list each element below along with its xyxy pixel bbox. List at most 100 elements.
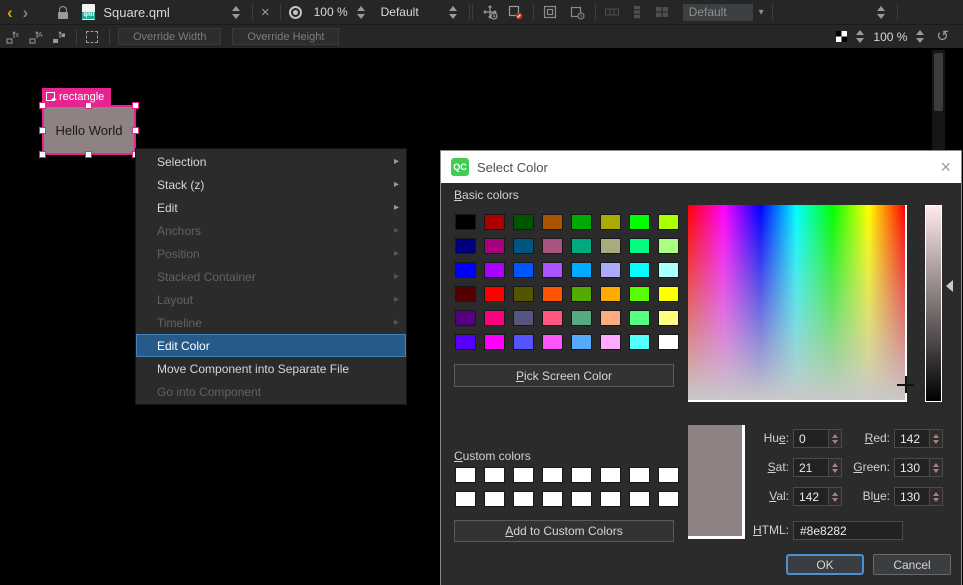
basic-color-swatch[interactable] [571, 334, 592, 350]
basic-color-swatch[interactable] [600, 310, 621, 326]
basic-color-swatch[interactable] [484, 286, 505, 302]
basic-color-swatch[interactable] [658, 262, 679, 278]
custom-color-swatch[interactable] [484, 491, 505, 507]
state-spinner-icon[interactable] [449, 6, 457, 19]
custom-color-swatch[interactable] [629, 491, 650, 507]
basic-color-swatch[interactable] [629, 238, 650, 254]
menu-item-move-component-into-separate-file[interactable]: Move Component into Separate File [136, 357, 406, 380]
resize-handle[interactable] [39, 127, 46, 134]
add-to-custom-colors-button[interactable]: Add to Custom Colors [454, 520, 674, 542]
resize-handle[interactable] [85, 151, 92, 158]
basic-color-swatch[interactable] [658, 310, 679, 326]
frame-disabled-badge-icon[interactable] [507, 4, 523, 20]
open-file-name[interactable]: Square.qml [103, 5, 169, 20]
basic-color-swatch[interactable] [484, 262, 505, 278]
reset-zoom-icon[interactable]: ↺ [936, 29, 949, 44]
basic-color-swatch[interactable] [513, 286, 534, 302]
basic-color-swatch[interactable] [600, 238, 621, 254]
square-arrow-fill-icon[interactable] [51, 29, 67, 45]
custom-color-swatch[interactable] [571, 491, 592, 507]
spinbox-arrows-icon[interactable] [929, 430, 942, 447]
basic-color-swatch[interactable] [513, 310, 534, 326]
basic-color-swatch[interactable] [629, 286, 650, 302]
basic-color-swatch[interactable] [455, 334, 476, 350]
override-width-button[interactable]: Override Width [118, 28, 221, 45]
custom-color-swatch[interactable] [571, 467, 592, 483]
custom-color-swatch[interactable] [484, 467, 505, 483]
scrollbar-thumb[interactable] [934, 53, 943, 111]
basic-color-swatch[interactable] [542, 310, 563, 326]
basic-color-swatch[interactable] [455, 286, 476, 302]
dialog-close-icon[interactable]: × [940, 158, 951, 176]
menu-item-edit[interactable]: Edit▸ [136, 196, 406, 219]
canvas-zoom-spinner-icon[interactable] [916, 30, 924, 43]
basic-color-swatch[interactable] [658, 238, 679, 254]
square-arrow-a-icon[interactable]: A [28, 29, 44, 45]
custom-color-swatch[interactable] [542, 467, 563, 483]
custom-color-swatch[interactable] [600, 467, 621, 483]
value-slider[interactable] [925, 205, 942, 402]
html-color-input[interactable]: #8e8282 [793, 521, 903, 540]
basic-color-swatch[interactable] [600, 214, 621, 230]
basic-color-swatch[interactable] [571, 214, 592, 230]
run-project-icon[interactable] [289, 6, 302, 19]
menu-item-selection[interactable]: Selection▸ [136, 150, 406, 173]
basic-color-swatch[interactable] [658, 214, 679, 230]
basic-color-swatch[interactable] [542, 238, 563, 254]
square-clock-icon[interactable] [569, 4, 585, 20]
square-arrow-x-icon[interactable]: x [5, 29, 21, 45]
custom-color-swatch[interactable] [542, 491, 563, 507]
resize-handle[interactable] [39, 102, 46, 109]
background-spinner-icon[interactable] [856, 30, 864, 43]
override-height-button[interactable]: Override Height [232, 28, 339, 45]
basic-color-swatch[interactable] [629, 214, 650, 230]
pick-screen-color-button[interactable]: Pick Screen Color [454, 364, 674, 387]
dialog-titlebar[interactable]: QC Select Color × [441, 151, 961, 183]
basic-color-swatch[interactable] [542, 214, 563, 230]
resize-handle[interactable] [39, 151, 46, 158]
basic-color-swatch[interactable] [629, 262, 650, 278]
rectangle-component[interactable]: Hello World [42, 105, 136, 155]
basic-color-swatch[interactable] [513, 238, 534, 254]
hue-saturation-gradient[interactable] [688, 205, 907, 402]
basic-color-swatch[interactable] [455, 262, 476, 278]
resize-handle[interactable] [132, 102, 139, 109]
basic-color-swatch[interactable] [513, 334, 534, 350]
basic-color-swatch[interactable] [629, 334, 650, 350]
state-selector-value[interactable]: Default [381, 5, 419, 19]
basic-color-swatch[interactable] [542, 262, 563, 278]
kit-spinner-icon[interactable] [877, 6, 885, 19]
basic-color-swatch[interactable] [455, 214, 476, 230]
file-selector-spinner-icon[interactable] [232, 6, 240, 19]
close-file-icon[interactable]: × [261, 5, 270, 20]
spinbox-arrows-icon[interactable] [929, 459, 942, 476]
basic-color-swatch[interactable] [484, 214, 505, 230]
ok-button[interactable]: OK [786, 554, 864, 575]
forward-icon[interactable]: › [23, 4, 29, 21]
basic-color-swatch[interactable] [542, 334, 563, 350]
menu-item-edit-color[interactable]: Edit Color [136, 334, 406, 357]
custom-color-swatch[interactable] [658, 491, 679, 507]
resize-handle[interactable] [85, 102, 92, 109]
basic-color-swatch[interactable] [600, 286, 621, 302]
basic-color-swatch[interactable] [542, 286, 563, 302]
spinbox-arrows-icon[interactable] [929, 488, 942, 505]
canvas-vertical-scrollbar[interactable] [932, 50, 945, 151]
basic-color-swatch[interactable] [513, 262, 534, 278]
basic-color-swatch[interactable] [571, 310, 592, 326]
red-spinbox[interactable]: 142 [894, 429, 943, 448]
resize-handle[interactable] [132, 127, 139, 134]
basic-color-swatch[interactable] [455, 238, 476, 254]
basic-color-swatch[interactable] [571, 286, 592, 302]
canvas-zoom-value[interactable]: 100 % [873, 30, 907, 44]
zoom-level-value[interactable]: 100 % [314, 5, 348, 19]
dashed-selection-icon[interactable] [86, 31, 98, 43]
background-checker-icon[interactable] [836, 31, 847, 42]
value-slider-arrow-icon[interactable] [946, 280, 953, 292]
custom-color-swatch[interactable] [513, 491, 534, 507]
back-icon[interactable]: ‹ [7, 4, 13, 21]
basic-color-swatch[interactable] [455, 310, 476, 326]
blue-spinbox[interactable]: 130 [894, 487, 943, 506]
square-in-square-icon[interactable] [542, 4, 558, 20]
basic-color-swatch[interactable] [513, 214, 534, 230]
